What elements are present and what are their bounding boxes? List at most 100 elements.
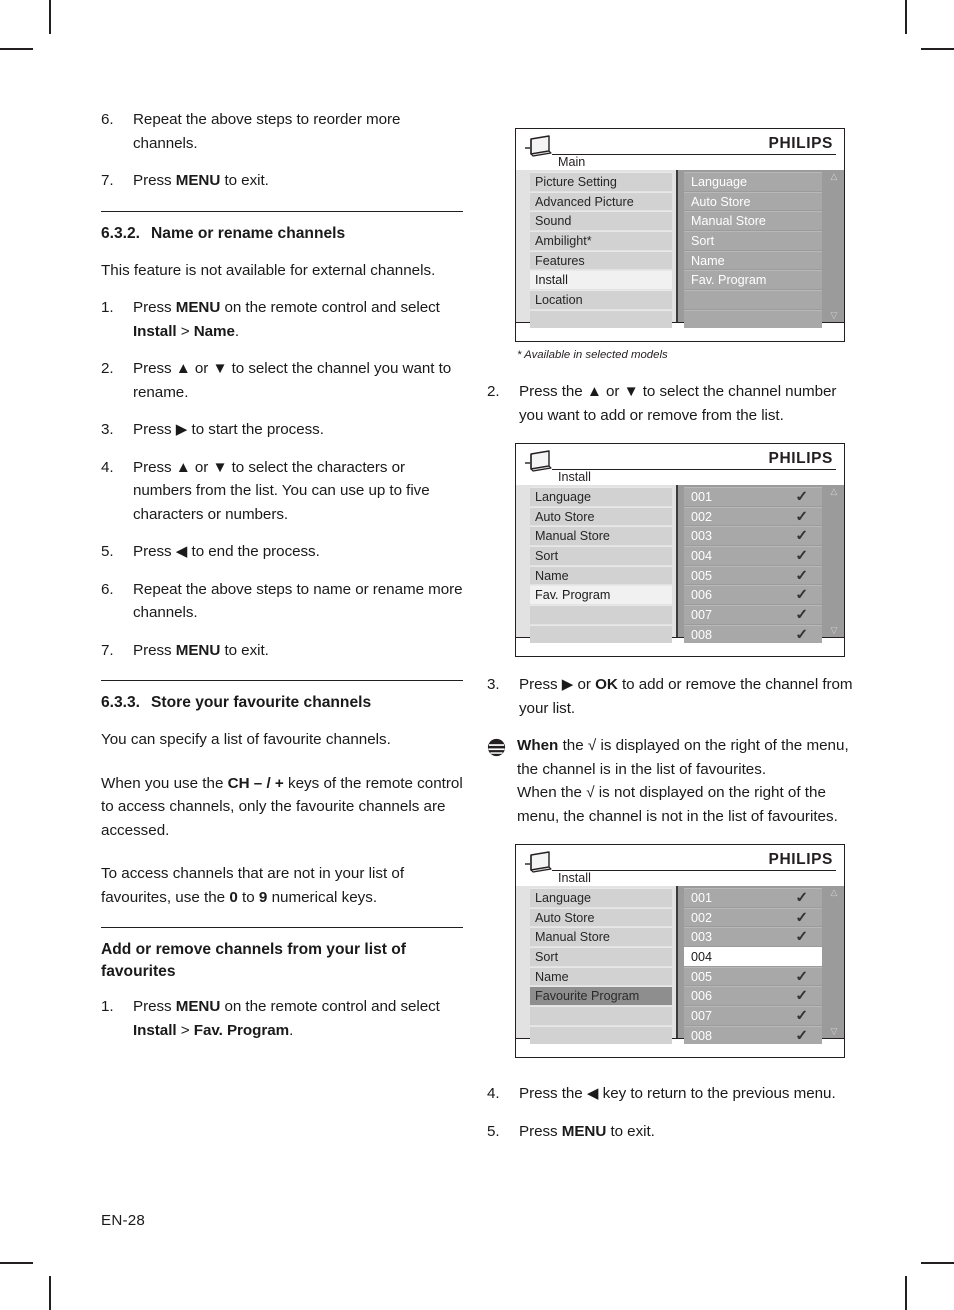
menu-item[interactable]: Fav. Program bbox=[684, 270, 822, 289]
menu-item[interactable]: Language bbox=[530, 487, 672, 506]
step-text: Press ▲ or ▼ to select the channel you w… bbox=[133, 360, 452, 401]
step-text: Repeat the above steps to name or rename… bbox=[133, 580, 463, 622]
step-number: 7. bbox=[101, 172, 114, 189]
menu-scrollbar[interactable]: △ ▽ bbox=[827, 172, 841, 320]
menu-item[interactable]: Sort bbox=[684, 231, 822, 250]
menu-item[interactable]: Name bbox=[530, 966, 672, 986]
scroll-down-icon[interactable]: ▽ bbox=[831, 1027, 838, 1036]
channel-number: 008 bbox=[691, 1028, 713, 1043]
scrollbar-track[interactable] bbox=[829, 183, 839, 309]
channel-number: 007 bbox=[691, 1009, 713, 1024]
check-icon: ✓ bbox=[794, 586, 810, 603]
scroll-up-icon[interactable]: △ bbox=[831, 487, 838, 496]
list-item: 3. Press ▶ or OK to add or remove the ch… bbox=[487, 673, 861, 720]
channel-row[interactable]: 006 ✓ bbox=[684, 986, 822, 1005]
scroll-up-icon[interactable]: △ bbox=[831, 172, 838, 181]
channel-number: 002 bbox=[691, 509, 713, 524]
channel-row[interactable]: 005 ✓ bbox=[684, 565, 822, 585]
menu-item[interactable]: Manual Store bbox=[530, 526, 672, 545]
tv-set-icon bbox=[522, 449, 556, 476]
list-item: 1. Press MENU on the remote control and … bbox=[101, 296, 463, 343]
check-icon: ✓ bbox=[794, 625, 810, 643]
header-rule bbox=[552, 154, 836, 155]
channel-row[interactable]: 001 ✓ bbox=[684, 487, 822, 506]
menu-item[interactable]: Location bbox=[530, 290, 672, 309]
right-figure-column: PHILIPS Main Picture Setting Advanced Pi… bbox=[487, 128, 861, 1157]
menu-item[interactable]: Picture Setting bbox=[530, 172, 672, 191]
menu-scrollbar[interactable]: △ ▽ bbox=[827, 487, 841, 635]
scroll-up-icon[interactable]: △ bbox=[831, 888, 838, 897]
page-folio: EN-28 bbox=[101, 1212, 146, 1229]
menu-item[interactable]: Manual Store bbox=[530, 927, 672, 946]
scroll-down-icon[interactable]: ▽ bbox=[831, 626, 838, 635]
channel-row[interactable]: 008 ✓ bbox=[684, 624, 822, 644]
menu-left-panel: Language Auto Store Manual Store Sort Na… bbox=[516, 485, 676, 644]
philips-logo: PHILIPS bbox=[768, 450, 833, 467]
subsection-heading-add-remove: Add or remove channels from your list of… bbox=[101, 941, 406, 980]
tv-menu-header: PHILIPS Main bbox=[516, 129, 844, 170]
channel-row[interactable]: 005 ✓ bbox=[684, 966, 822, 986]
tv-set-icon bbox=[522, 850, 556, 877]
channel-row-selected[interactable]: 004 bbox=[684, 947, 822, 966]
scroll-down-icon[interactable]: ▽ bbox=[831, 311, 838, 320]
channel-row[interactable]: 003 ✓ bbox=[684, 526, 822, 545]
menu-item[interactable]: Advanced Picture bbox=[530, 191, 672, 211]
channel-row[interactable]: 002 ✓ bbox=[684, 907, 822, 927]
menu-item-selected-fav-program[interactable]: Fav. Program bbox=[530, 585, 672, 604]
section-divider bbox=[101, 210, 463, 212]
philips-logo: PHILIPS bbox=[768, 851, 833, 868]
channel-list-panel: 001 ✓ 002 ✓ 003 ✓ 004 005 ✓ 006 ✓ 007 ✓ 008 ✓ △… bbox=[676, 886, 844, 1045]
menu-scrollbar[interactable]: △ ▽ bbox=[827, 888, 841, 1036]
channel-number: 001 bbox=[691, 490, 713, 504]
channel-number: 005 bbox=[691, 969, 713, 984]
menu-item[interactable]: Auto Store bbox=[530, 907, 672, 927]
channel-row[interactable]: 006 ✓ bbox=[684, 585, 822, 604]
list-item: 2. Press ▲ or ▼ to select the channel yo… bbox=[101, 357, 463, 404]
menu-item-selected-install[interactable]: Install bbox=[530, 270, 672, 289]
step-number: 1. bbox=[101, 299, 114, 316]
menu-item[interactable]: Name bbox=[684, 250, 822, 270]
menu-item[interactable]: Auto Store bbox=[684, 191, 822, 211]
menu-item[interactable]: Features bbox=[530, 250, 672, 270]
list-item: 7. Press MENU to exit. bbox=[101, 639, 463, 663]
channel-row[interactable]: 007 ✓ bbox=[684, 1006, 822, 1025]
step-number: 2. bbox=[101, 360, 114, 377]
menu-right-panel: Language Auto Store Manual Store Sort Na… bbox=[676, 170, 844, 329]
step-number: 2. bbox=[487, 383, 500, 400]
step-text: Press the ◀ key to return to the previou… bbox=[519, 1085, 836, 1102]
channel-row[interactable]: 007 ✓ bbox=[684, 605, 822, 624]
menu-item[interactable]: Sort bbox=[530, 947, 672, 966]
channel-number: 001 bbox=[691, 891, 713, 905]
section-intro-paragraph: This feature is not available for extern… bbox=[101, 261, 436, 279]
channel-row[interactable]: 003 ✓ bbox=[684, 927, 822, 946]
check-icon: ✓ bbox=[794, 987, 810, 1004]
step-number: 6. bbox=[101, 111, 114, 128]
menu-item-selected-favourite-program[interactable]: Favourite Program bbox=[530, 986, 672, 1005]
menu-item[interactable]: Language bbox=[684, 172, 822, 191]
menu-item[interactable]: Language bbox=[530, 888, 672, 907]
step-text: Press MENU on the remote control and sel… bbox=[133, 998, 440, 1039]
check-icon: ✓ bbox=[794, 888, 810, 906]
menu-item[interactable]: Name bbox=[530, 565, 672, 585]
menu-item-blank bbox=[530, 309, 672, 329]
check-icon: ✓ bbox=[794, 487, 810, 505]
scrollbar-track[interactable] bbox=[829, 899, 839, 1025]
channel-row[interactable]: 001 ✓ bbox=[684, 888, 822, 907]
menu-item[interactable]: Ambilight* bbox=[530, 231, 672, 250]
channel-row[interactable]: 008 ✓ bbox=[684, 1025, 822, 1045]
menu-item[interactable]: Sound bbox=[530, 211, 672, 230]
menu-item[interactable]: Sort bbox=[530, 546, 672, 565]
tv-menu-body: Picture Setting Advanced Picture Sound A… bbox=[516, 170, 844, 329]
channel-number: 002 bbox=[691, 910, 713, 925]
scrollbar-track[interactable] bbox=[829, 498, 839, 624]
channel-row[interactable]: 004 ✓ bbox=[684, 546, 822, 565]
check-icon: ✓ bbox=[794, 546, 810, 564]
check-icon: ✓ bbox=[794, 908, 810, 926]
list-item: 3. Press ▶ to start the process. bbox=[101, 418, 463, 442]
channel-row[interactable]: 002 ✓ bbox=[684, 506, 822, 526]
tv-menu-header: PHILIPS Install bbox=[516, 845, 844, 886]
channel-number: 004 bbox=[691, 549, 713, 564]
menu-title: Install bbox=[558, 871, 591, 885]
menu-item[interactable]: Auto Store bbox=[530, 506, 672, 526]
menu-item[interactable]: Manual Store bbox=[684, 211, 822, 230]
